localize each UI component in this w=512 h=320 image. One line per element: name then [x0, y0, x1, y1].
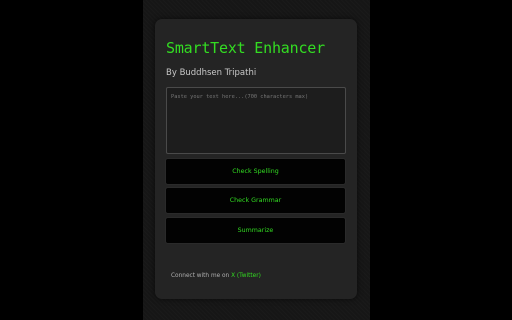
main-card: SmartText Enhancer By Buddhsen Tripathi … [155, 19, 357, 299]
text-input[interactable] [166, 87, 346, 154]
check-spelling-button[interactable]: Check Spelling [165, 158, 346, 185]
footer: Connect with me on X (Twitter) [171, 273, 261, 279]
author-line: By Buddhsen Tripathi [166, 68, 257, 78]
footer-text: Connect with me on [171, 273, 232, 279]
summarize-button[interactable]: Summarize [165, 217, 346, 244]
twitter-link[interactable]: X (Twitter) [231, 273, 261, 279]
app-title: SmartText Enhancer [166, 39, 325, 57]
check-grammar-button[interactable]: Check Grammar [165, 187, 346, 214]
extension-popup: SmartText Enhancer By Buddhsen Tripathi … [143, 0, 370, 320]
